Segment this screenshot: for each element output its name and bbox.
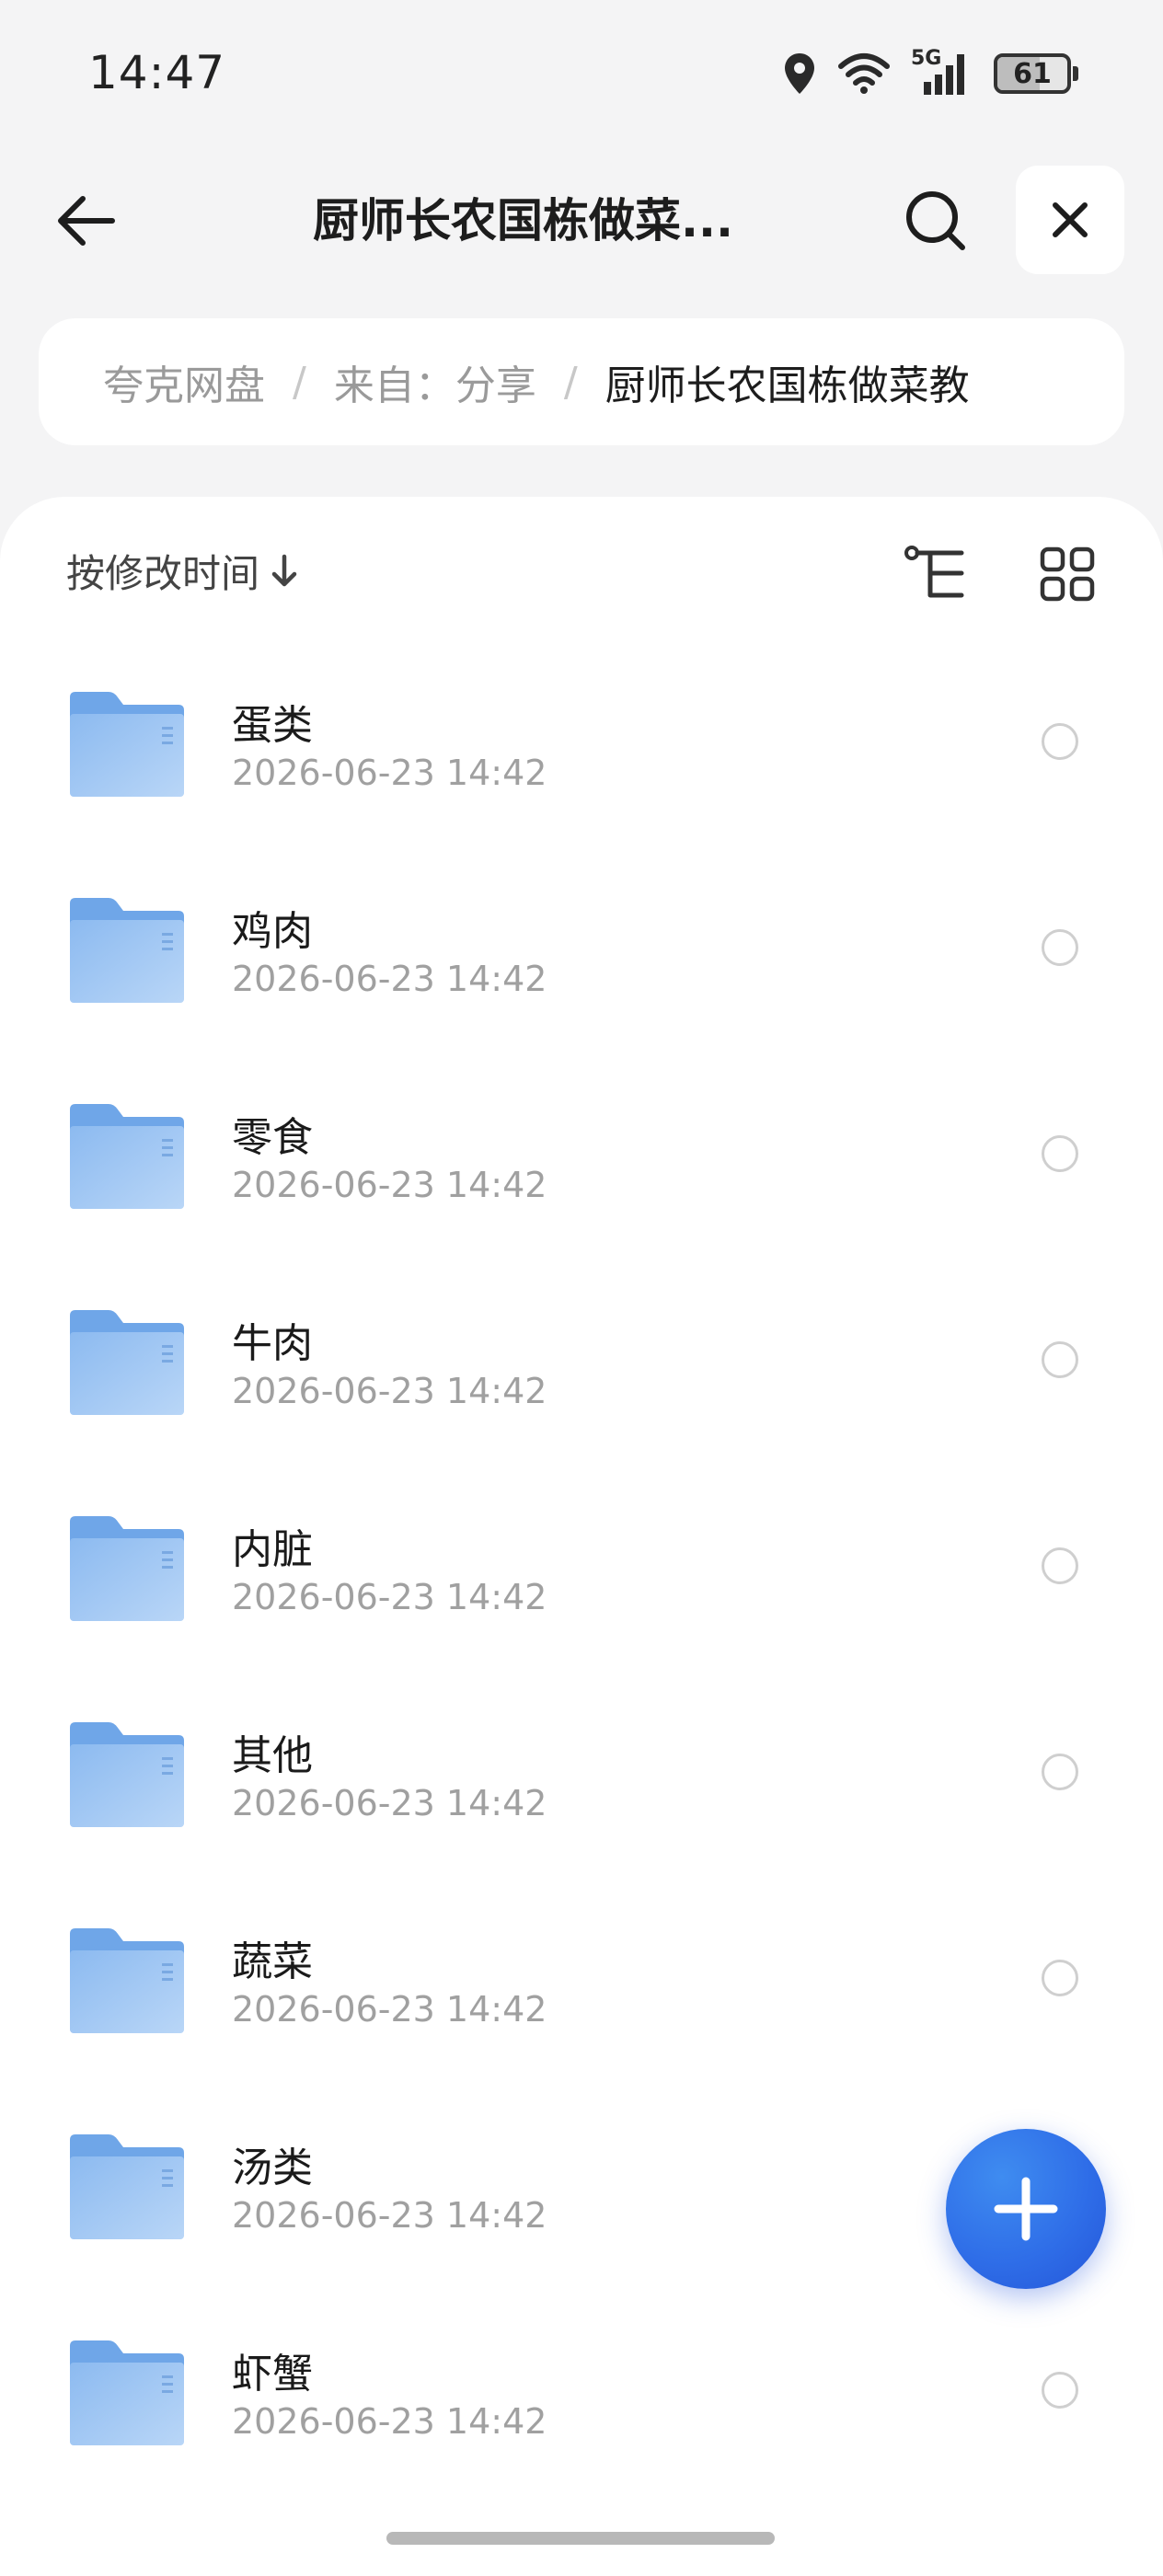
arrow-down-icon: [271, 554, 297, 586]
list-item[interactable]: 零食 2026-06-23 14:42: [0, 1056, 1163, 1262]
location-icon: [785, 53, 814, 94]
file-date: 2026-06-23 14:42: [232, 1165, 547, 1205]
file-name: 汤类: [232, 2145, 313, 2191]
list-item[interactable]: 鸡肉 2026-06-23 14:42: [0, 850, 1163, 1056]
select-radio[interactable]: [1042, 2372, 1078, 2409]
file-date: 2026-06-23 14:42: [232, 2195, 547, 2236]
file-date: 2026-06-23 14:42: [232, 1989, 547, 2030]
file-name: 蔬菜: [232, 1938, 313, 1985]
select-radio[interactable]: [1042, 1135, 1078, 1172]
file-name: 牛肉: [232, 1320, 313, 1367]
status-time: 14:47: [88, 46, 226, 99]
breadcrumb-separator: /: [293, 358, 306, 406]
signal-indicator: 5G: [911, 47, 973, 97]
folder-icon: [70, 1310, 184, 1415]
folder-icon: [70, 898, 184, 1003]
file-date: 2026-06-23 14:42: [232, 959, 547, 999]
breadcrumb-item-shared[interactable]: 来自：分享: [334, 352, 536, 411]
close-icon: [1053, 202, 1088, 237]
tree-view-button[interactable]: [898, 535, 975, 613]
select-radio[interactable]: [1042, 1754, 1078, 1790]
folder-icon: [70, 1104, 184, 1209]
breadcrumb-item-root[interactable]: 夸克网盘: [103, 352, 265, 411]
file-name: 零食: [232, 1114, 313, 1161]
folder-icon: [70, 1722, 184, 1827]
list-item[interactable]: 虾蟹 2026-06-23 14:42: [0, 2293, 1163, 2499]
header: 厨师长农国栋做菜...: [0, 166, 1163, 276]
arrow-left-icon: [58, 196, 115, 246]
sort-button[interactable]: 按修改时间: [66, 543, 298, 599]
tree-structure-icon: [904, 546, 964, 598]
breadcrumb: 夸克网盘 / 来自：分享 / 厨师长农国栋做菜教: [39, 318, 1124, 445]
list-item[interactable]: 蛋类 2026-06-23 14:42: [0, 644, 1163, 850]
select-radio[interactable]: [1042, 1547, 1078, 1584]
sort-label: 按修改时间: [66, 551, 260, 596]
plus-icon: [994, 2177, 1058, 2241]
search-icon: [906, 191, 965, 250]
grid-view-button[interactable]: [1029, 535, 1106, 613]
list-item[interactable]: 内脏 2026-06-23 14:42: [0, 1468, 1163, 1674]
back-button[interactable]: [44, 184, 127, 258]
folder-icon: [70, 1516, 184, 1621]
select-radio[interactable]: [1042, 929, 1078, 966]
select-radio[interactable]: [1042, 1960, 1078, 1996]
search-button[interactable]: [894, 184, 977, 258]
file-name: 其他: [232, 1732, 313, 1779]
file-date: 2026-06-23 14:42: [232, 753, 547, 793]
file-name: 蛋类: [232, 702, 313, 749]
file-name: 内脏: [232, 1526, 313, 1573]
battery-level: 61: [1013, 57, 1052, 90]
file-date: 2026-06-23 14:42: [232, 2401, 547, 2442]
file-date: 2026-06-23 14:42: [232, 1577, 547, 1617]
list-item[interactable]: 牛肉 2026-06-23 14:42: [0, 1262, 1163, 1468]
folder-icon: [70, 2340, 184, 2445]
signal-bars-icon: [924, 54, 964, 95]
status-bar: 14:47 5G 61: [0, 0, 1163, 147]
folder-icon: [70, 692, 184, 797]
page-title: 厨师长农国栋做菜...: [313, 194, 733, 247]
list-toolbar: 按修改时间: [0, 497, 1163, 644]
select-radio[interactable]: [1042, 723, 1078, 760]
select-radio[interactable]: [1042, 1341, 1078, 1378]
wifi-icon: [838, 53, 890, 94]
list-item[interactable]: 蔬菜 2026-06-23 14:42: [0, 1880, 1163, 2087]
list-item[interactable]: 其他 2026-06-23 14:42: [0, 1674, 1163, 1880]
file-date: 2026-06-23 14:42: [232, 1371, 547, 1411]
file-date: 2026-06-23 14:42: [232, 1783, 547, 1823]
folder-icon: [70, 1928, 184, 2033]
file-name: 虾蟹: [232, 2351, 313, 2398]
breadcrumb-item-current: 厨师长农国栋做菜教: [605, 362, 970, 409]
home-indicator[interactable]: [386, 2532, 775, 2545]
battery-icon: 61: [994, 53, 1078, 94]
status-icons: 5G 61: [782, 46, 1078, 101]
close-button[interactable]: [1016, 166, 1124, 274]
breadcrumb-separator: /: [563, 358, 578, 406]
file-name: 鸡肉: [232, 908, 313, 955]
add-button[interactable]: [946, 2129, 1106, 2289]
folder-icon: [70, 2134, 184, 2239]
grid-view-icon: [1040, 546, 1095, 602]
